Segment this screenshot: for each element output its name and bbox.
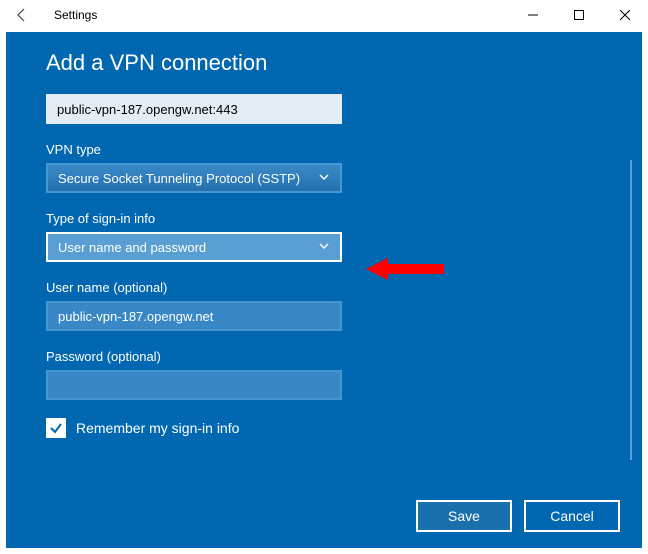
server-input[interactable]: public-vpn-187.opengw.net:443 bbox=[46, 94, 342, 124]
dialog-body: Add a VPN connection public-vpn-187.open… bbox=[46, 50, 602, 478]
username-field: User name (optional) public-vpn-187.open… bbox=[46, 280, 602, 331]
chevron-down-icon bbox=[318, 171, 330, 186]
chevron-down-icon bbox=[318, 240, 330, 255]
vpntype-value: Secure Socket Tunneling Protocol (SSTP) bbox=[58, 171, 300, 186]
scrollbar-thumb[interactable] bbox=[630, 160, 632, 460]
save-button[interactable]: Save bbox=[416, 500, 512, 532]
save-label: Save bbox=[448, 508, 480, 524]
signin-value: User name and password bbox=[58, 240, 206, 255]
vpntype-dropdown[interactable]: Secure Socket Tunneling Protocol (SSTP) bbox=[46, 163, 342, 193]
window-title: Settings bbox=[54, 8, 97, 22]
annotation-arrow bbox=[366, 254, 446, 289]
username-label: User name (optional) bbox=[46, 280, 602, 295]
maximize-button[interactable] bbox=[556, 0, 602, 30]
window-controls bbox=[510, 0, 648, 30]
titlebar: Settings bbox=[0, 0, 648, 30]
back-button[interactable] bbox=[8, 7, 36, 23]
remember-row: Remember my sign-in info bbox=[46, 418, 602, 438]
cancel-button[interactable]: Cancel bbox=[524, 500, 620, 532]
minimize-button[interactable] bbox=[510, 0, 556, 30]
button-bar: Save Cancel bbox=[416, 500, 620, 532]
password-field: Password (optional) bbox=[46, 349, 602, 400]
server-value: public-vpn-187.opengw.net:443 bbox=[57, 102, 238, 117]
password-input[interactable] bbox=[46, 370, 342, 400]
username-input[interactable]: public-vpn-187.opengw.net bbox=[46, 301, 342, 331]
username-value: public-vpn-187.opengw.net bbox=[58, 309, 213, 324]
remember-label: Remember my sign-in info bbox=[76, 420, 239, 436]
cancel-label: Cancel bbox=[550, 508, 594, 524]
remember-checkbox[interactable] bbox=[46, 418, 66, 438]
password-label: Password (optional) bbox=[46, 349, 602, 364]
signin-label: Type of sign-in info bbox=[46, 211, 602, 226]
vpn-dialog: Add a VPN connection public-vpn-187.open… bbox=[6, 32, 642, 548]
content-area: Add a VPN connection public-vpn-187.open… bbox=[0, 30, 648, 554]
signin-field: Type of sign-in info User name and passw… bbox=[46, 211, 602, 262]
vpntype-label: VPN type bbox=[46, 142, 602, 157]
vpntype-field: VPN type Secure Socket Tunneling Protoco… bbox=[46, 142, 602, 193]
signin-dropdown[interactable]: User name and password bbox=[46, 232, 342, 262]
settings-window: Settings Add a VPN connection public-vpn… bbox=[0, 0, 648, 554]
server-field: public-vpn-187.opengw.net:443 bbox=[46, 94, 602, 124]
close-button[interactable] bbox=[602, 0, 648, 30]
dialog-title: Add a VPN connection bbox=[46, 50, 602, 76]
